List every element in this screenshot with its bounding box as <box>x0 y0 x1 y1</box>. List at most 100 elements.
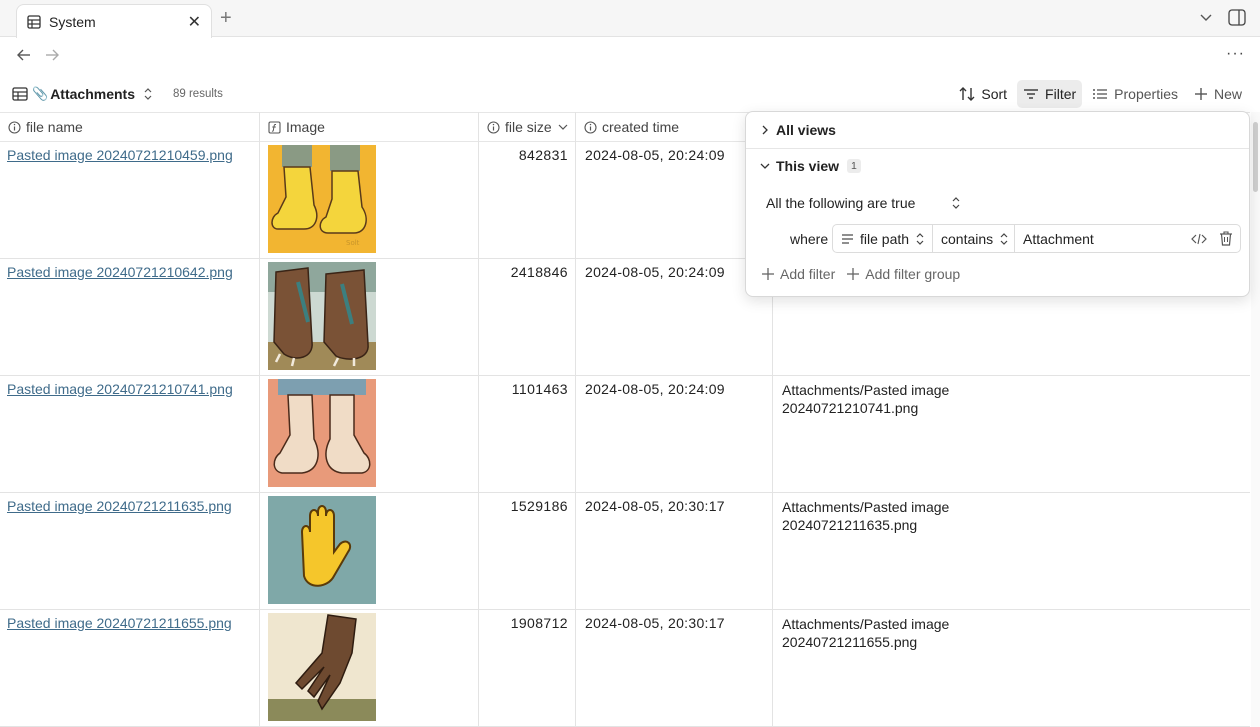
all-views-section[interactable]: All views <box>746 112 1249 148</box>
chevron-down-icon <box>760 163 770 169</box>
filter-property-label: file path <box>860 230 910 247</box>
add-filter-group-button[interactable]: Add filter group <box>847 266 960 282</box>
file-size-cell: 1529186 <box>510 498 568 514</box>
arrow-right-icon[interactable] <box>44 47 60 63</box>
file-size-cell: 842831 <box>518 147 568 163</box>
chevron-down-icon[interactable] <box>1199 10 1213 24</box>
dinosaur-feet-illustration-thumbnail[interactable] <box>268 262 376 370</box>
arrow-left-icon[interactable] <box>16 47 32 63</box>
filter-button[interactable]: Filter <box>1017 80 1083 108</box>
image-cell <box>260 376 478 492</box>
yellow-hand-emoji-thumbnail[interactable] <box>268 496 376 604</box>
chevron-updown-icon <box>144 88 152 100</box>
file-name-cell: Pasted image 20240721211635.png <box>0 493 259 609</box>
file-path-cell: Attachments/Pasted image 20240721210741.p… <box>773 376 1250 492</box>
this-view-section[interactable]: This view 1 <box>746 152 1249 180</box>
scrollbar-thumb[interactable] <box>1253 122 1258 192</box>
column-header-image[interactable]: Image <box>260 112 478 142</box>
file-path-cell: Attachments/Pasted image 20240721211655.p… <box>773 610 1250 726</box>
file-name-cell: Pasted image 20240721211655.png <box>0 610 259 726</box>
column-label: Image <box>286 119 325 135</box>
file-path-line: 20240721211655.png <box>782 634 918 650</box>
image-cell <box>260 610 478 726</box>
claw-foot-illustration-thumbnail[interactable] <box>268 613 376 721</box>
created-time-cell: 2024-08-05, 20:30:17 <box>585 615 725 631</box>
properties-label: Properties <box>1114 86 1178 102</box>
base-toolbar: 📎 Attachments 89 results Sort Filter Pro… <box>0 78 1260 110</box>
filter-operator-select[interactable]: contains <box>933 225 1015 252</box>
code-icon[interactable] <box>1186 233 1212 245</box>
sort-icon <box>959 87 975 101</box>
plus-icon <box>1194 88 1207 100</box>
close-icon[interactable]: ✕ <box>188 12 201 32</box>
new-label: New <box>1213 86 1242 102</box>
tab-bar: System ✕ + <box>0 0 1260 38</box>
sort-label: Sort <box>981 86 1008 102</box>
bare-feet-cartoon-thumbnail[interactable] <box>268 379 376 487</box>
file-link[interactable]: Pasted image 20240721211635.png <box>7 498 232 514</box>
svg-text:Solt: Solt <box>346 239 360 247</box>
column-header-created-time[interactable]: created time <box>576 112 772 142</box>
column-header-file-name[interactable]: file name <box>0 112 259 142</box>
conjunction-label: All the following are true <box>766 195 916 211</box>
properties-button[interactable]: Properties <box>1086 80 1184 108</box>
view-name: Attachments <box>50 86 135 102</box>
table-row: Pasted image 20240721211655.png 1908712 … <box>0 610 1250 727</box>
chevron-right-icon <box>762 125 768 135</box>
filter-property-select[interactable]: file path <box>833 225 933 252</box>
table-icon <box>27 14 41 29</box>
file-path-line: Attachments/Pasted image <box>782 382 950 398</box>
divider <box>746 148 1249 149</box>
new-button[interactable]: New <box>1188 80 1248 108</box>
yellow-feet-cartoon-thumbnail[interactable]: Solt <box>268 145 376 253</box>
table-icon <box>12 87 28 101</box>
more-options-icon[interactable]: ··· <box>1226 45 1245 63</box>
navigation-bar: ··· <box>0 37 1260 75</box>
created-time-cell: 2024-08-05, 20:30:17 <box>585 498 725 514</box>
file-path-line: 20240721210741.png <box>782 400 919 416</box>
table-row: Pasted image 20240721210741.png 1101463 … <box>0 376 1250 493</box>
file-link[interactable]: Pasted image 20240721210459.png <box>7 147 233 163</box>
add-filter-button[interactable]: Add filter <box>762 266 835 282</box>
file-link[interactable]: Pasted image 20240721211655.png <box>7 615 232 631</box>
conjunction-select[interactable]: All the following are true <box>766 195 961 211</box>
right-sidebar-toggle-icon[interactable] <box>1228 9 1246 26</box>
filter-value-wrapper <box>1015 225 1186 252</box>
this-view-label: This view <box>776 158 840 174</box>
trash-icon[interactable] <box>1212 231 1240 246</box>
formula-icon <box>268 120 281 134</box>
chevron-down-icon[interactable] <box>558 122 568 132</box>
add-filter-group-label: Add filter group <box>865 266 961 282</box>
tab-system[interactable]: System ✕ <box>16 4 212 38</box>
file-link[interactable]: Pasted image 20240721210741.png <box>7 381 233 397</box>
chevron-updown-icon <box>916 232 924 245</box>
info-icon <box>8 120 21 134</box>
created-time-cell: 2024-08-05, 20:24:09 <box>585 264 725 280</box>
file-link[interactable]: Pasted image 20240721210642.png <box>7 264 233 280</box>
all-views-label: All views <box>776 122 836 138</box>
filter-operator-label: contains <box>941 230 994 247</box>
file-size-cell: 1908712 <box>510 615 568 631</box>
image-cell <box>260 493 478 609</box>
filter-popover: All views This view 1 All the following … <box>745 111 1250 297</box>
new-tab-plus-icon[interactable]: + <box>220 8 232 28</box>
column-label: created time <box>602 119 680 135</box>
file-path-line: Attachments/Pasted image <box>782 616 950 632</box>
paperclip-icon: 📎 <box>32 86 49 101</box>
plus-icon <box>762 268 774 280</box>
tab-title: System <box>49 13 96 30</box>
file-name-cell: Pasted image 20240721210459.png <box>0 142 259 258</box>
filter-actions: Add filter Add filter group <box>762 266 960 282</box>
sort-button[interactable]: Sort <box>953 80 1013 108</box>
vertical-scrollbar[interactable] <box>1251 112 1260 727</box>
chevron-updown-icon <box>952 197 960 209</box>
image-cell: Solt <box>260 142 478 258</box>
filter-count-badge: 1 <box>847 159 861 173</box>
filter-value-input[interactable] <box>1023 230 1173 247</box>
file-name-cell: Pasted image 20240721210741.png <box>0 376 259 492</box>
created-time-cell: 2024-08-05, 20:24:09 <box>585 147 725 163</box>
chevron-updown-icon <box>1000 232 1008 245</box>
column-header-file-size[interactable]: file size <box>479 112 575 142</box>
file-path-line: Attachments/Pasted image <box>782 499 950 515</box>
view-switcher[interactable]: 📎 Attachments <box>12 86 153 102</box>
